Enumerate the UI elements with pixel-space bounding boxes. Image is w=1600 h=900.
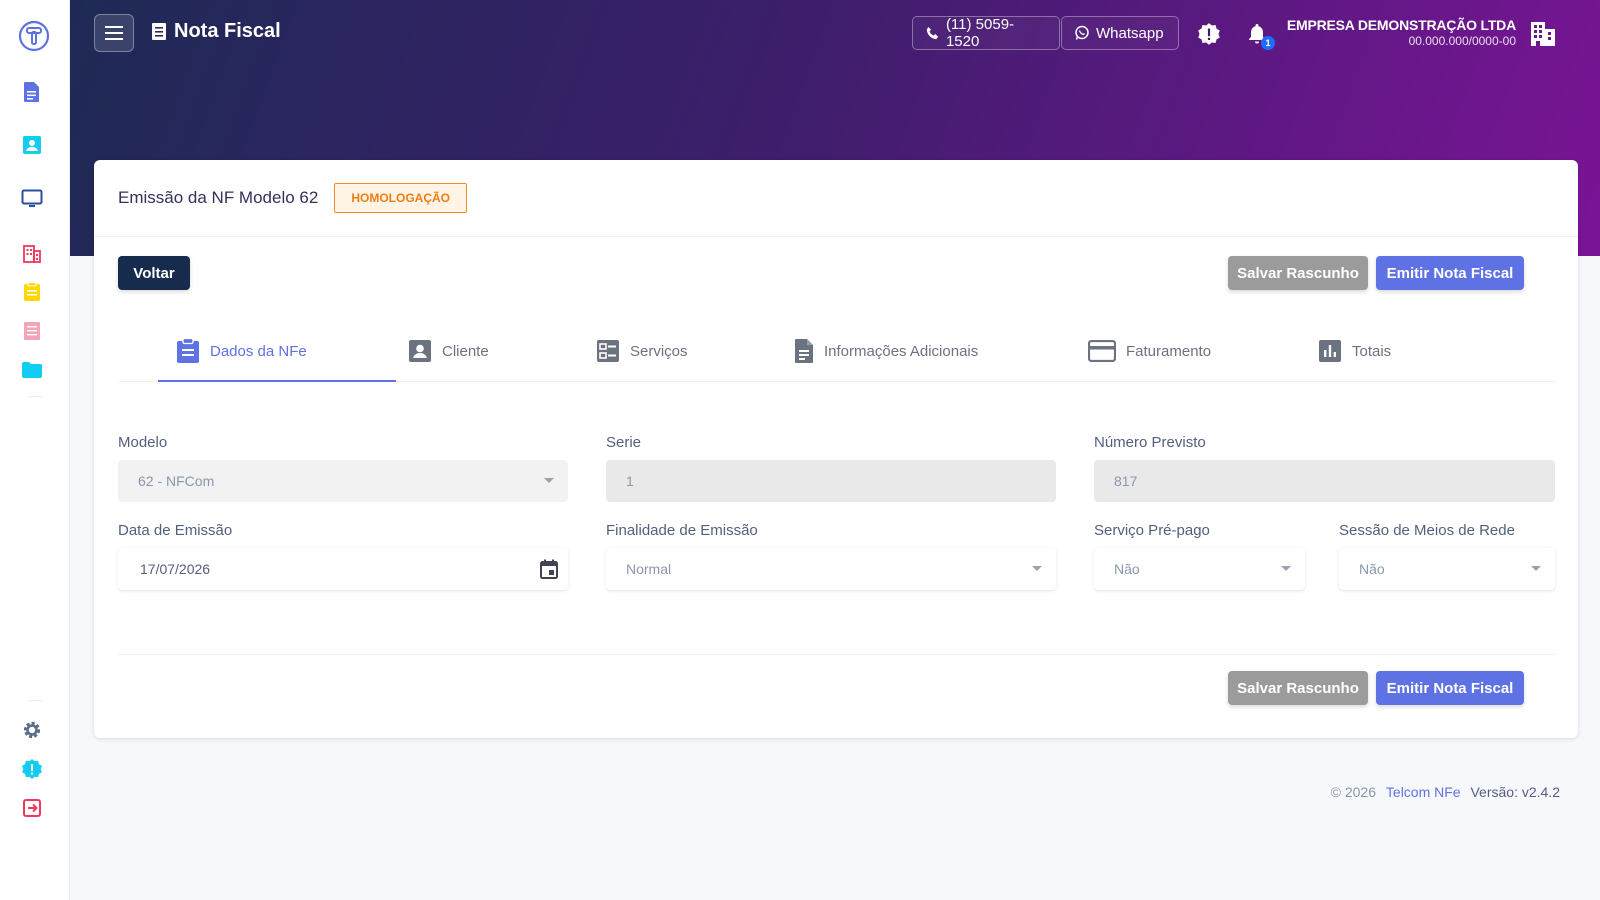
chevron-down-icon: [1281, 566, 1291, 571]
chevron-down-icon: [1531, 566, 1541, 571]
app-title-text: Nota Fiscal: [174, 20, 281, 42]
sessao-value: Não: [1359, 561, 1385, 577]
pre-pago-value: Não: [1114, 561, 1140, 577]
data-emissao-field[interactable]: 17/07/2026: [118, 548, 568, 590]
phone-button[interactable]: (11) 5059-1520: [912, 16, 1060, 50]
menu-toggle-button[interactable]: [94, 14, 134, 52]
tab-label: Totais: [1352, 342, 1392, 360]
back-button[interactable]: Voltar: [118, 256, 190, 290]
nf-emission-card: Emissão da NF Modelo 62 HOMOLOGAÇÃO Volt…: [94, 160, 1578, 738]
version-text: Versão: v2.4.2: [1470, 784, 1560, 800]
chevron-down-icon: [1032, 566, 1042, 571]
card-title: Emissão da NF Modelo 62: [118, 188, 319, 207]
modelo-select[interactable]: 62 - NFCom: [118, 460, 568, 502]
folder-icon[interactable]: [20, 358, 44, 382]
emit-nf-button-bottom[interactable]: Emitir Nota Fiscal: [1376, 671, 1524, 705]
copyright-text: © 2026: [1330, 784, 1377, 800]
alert-badge-icon[interactable]: [20, 757, 44, 781]
calendar-icon[interactable]: [540, 559, 558, 579]
serie-field[interactable]: 1: [606, 460, 1056, 502]
finalidade-value: Normal: [626, 561, 672, 577]
save-draft-button[interactable]: Salvar Rascunho: [1228, 256, 1368, 290]
whatsapp-label: Whatsapp: [1096, 24, 1164, 42]
pre-pago-select[interactable]: Não: [1094, 548, 1305, 590]
whatsapp-button[interactable]: Whatsapp: [1061, 16, 1179, 50]
card-footer-divider: [118, 654, 1555, 655]
tab-informacoes-adicionais[interactable]: Informações Adicionais: [794, 320, 978, 382]
clipboard-icon: [177, 338, 199, 363]
page-title: Nota Fiscal: [152, 20, 281, 43]
finalidade-select[interactable]: Normal: [606, 548, 1056, 590]
tab-faturamento[interactable]: Faturamento: [1088, 320, 1211, 382]
footer-copyright: © 2026 Telcom NFe Versão: v2.4.2: [1331, 784, 1560, 800]
hamburger-icon: [105, 26, 123, 40]
modelo-label: Modelo: [118, 434, 168, 451]
company-building-icon[interactable]: [1528, 18, 1558, 48]
tab-label: Faturamento: [1126, 342, 1212, 360]
save-draft-button-bottom[interactable]: Salvar Rascunho: [1228, 671, 1368, 705]
whatsapp-icon: [1075, 25, 1089, 40]
tab-label: Serviços: [630, 342, 688, 360]
data-emissao-label: Data de Emissão: [118, 522, 233, 539]
tab-dados-nfe[interactable]: Dados da NFe: [176, 320, 307, 382]
tab-label: Cliente: [442, 342, 489, 360]
alert-badge-icon[interactable]: [1197, 22, 1221, 46]
brand-link[interactable]: Telcom NFe: [1386, 784, 1461, 800]
tab-servicos[interactable]: Serviços: [596, 320, 688, 382]
finalidade-label: Finalidade de Emissão: [606, 522, 758, 539]
sidebar: [0, 0, 70, 900]
modelo-value: 62 - NFCom: [138, 473, 215, 489]
sidebar-divider: [28, 396, 42, 397]
form-tabs: Dados da NFe Cliente Serviços Informaçõe…: [118, 320, 1555, 382]
settings-gear-icon[interactable]: [20, 718, 44, 742]
numero-previsto-label: Número Previsto: [1094, 434, 1206, 451]
numero-previsto-value: 817: [1114, 473, 1138, 489]
checklist-icon: [597, 340, 619, 362]
tab-totais[interactable]: Totais: [1318, 320, 1391, 382]
nfe-document-icon[interactable]: [20, 80, 44, 104]
chevron-down-icon: [544, 478, 554, 483]
contacts-icon[interactable]: [20, 133, 44, 157]
clipboard-list-icon[interactable]: [20, 280, 44, 304]
numero-previsto-field[interactable]: 817: [1094, 460, 1555, 502]
active-tab-indicator: [158, 380, 396, 382]
sessao-select[interactable]: Não: [1339, 548, 1555, 590]
tab-cliente[interactable]: Cliente: [408, 320, 489, 382]
data-emissao-value: 17/07/2026: [140, 561, 211, 577]
tab-label: Dados da NFe: [210, 342, 307, 360]
company-cnpj: 00.000.000/0000-00: [1408, 34, 1516, 48]
receipt-icon[interactable]: [20, 319, 44, 343]
receipt-icon: [152, 23, 166, 40]
serie-label: Serie: [606, 434, 642, 451]
environment-badge: HOMOLOGAÇÃO: [334, 183, 467, 213]
sidebar-divider: [28, 700, 42, 701]
notifications-bell-icon[interactable]: 1: [1245, 22, 1275, 50]
sessao-label: Sessão de Meios de Rede: [1339, 522, 1515, 539]
document-icon: [795, 339, 813, 363]
notification-count-badge: 1: [1261, 36, 1275, 50]
monitor-icon[interactable]: [20, 187, 44, 211]
card-header: Emissão da NF Modelo 62 HOMOLOGAÇÃO: [94, 160, 1578, 237]
emit-nf-button[interactable]: Emitir Nota Fiscal: [1376, 256, 1524, 290]
tab-label: Informações Adicionais: [824, 342, 979, 360]
pre-pago-label: Serviço Pré-pago: [1094, 522, 1210, 539]
company-info: EMPRESA DEMONSTRAÇÃO LTDA 00.000.000/000…: [1287, 17, 1516, 48]
logout-icon[interactable]: [20, 796, 44, 820]
company-name: EMPRESA DEMONSTRAÇÃO LTDA: [1286, 17, 1516, 33]
serie-value: 1: [626, 473, 634, 489]
bar-chart-icon: [1319, 340, 1341, 362]
phone-number: (11) 5059-1520: [945, 16, 1015, 50]
credit-card-icon: [1088, 340, 1116, 362]
building-icon[interactable]: [20, 241, 44, 265]
contact-icon: [409, 340, 431, 362]
app-logo-icon[interactable]: [18, 20, 50, 52]
phone-icon: [926, 26, 939, 39]
